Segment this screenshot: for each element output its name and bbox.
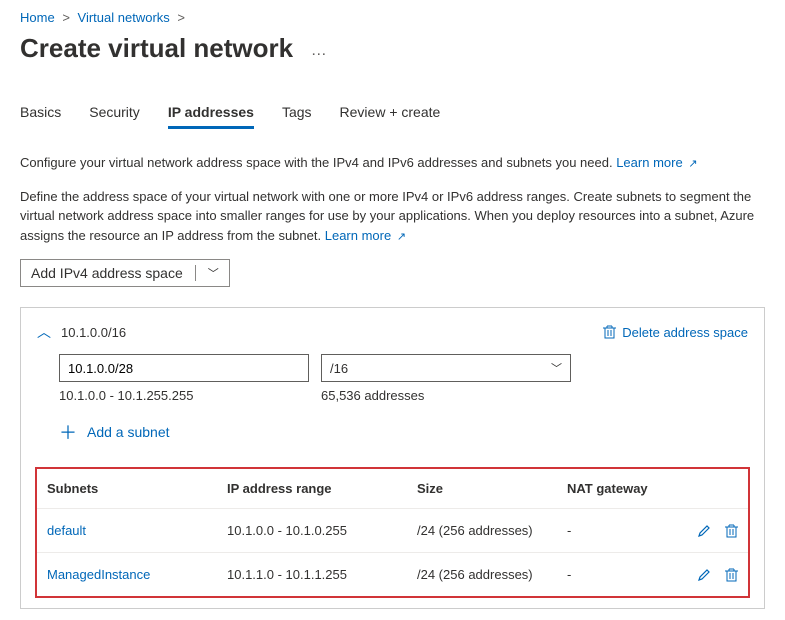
tab-tags[interactable]: Tags [282, 104, 312, 129]
tab-ip-addresses[interactable]: IP addresses [168, 104, 254, 129]
breadcrumb-home[interactable]: Home [20, 10, 55, 25]
external-link-icon: ↗ [397, 229, 406, 246]
subnet-table: Subnets IP address range Size NAT gatewa… [37, 469, 748, 596]
subnet-nat: - [557, 509, 668, 553]
delete-address-space-label: Delete address space [622, 325, 748, 340]
edit-icon[interactable] [697, 568, 711, 582]
trash-icon [603, 325, 616, 339]
button-divider [195, 265, 196, 281]
learn-more-label: Learn more [616, 155, 682, 170]
table-row: ManagedInstance 10.1.1.0 - 10.1.1.255 /2… [37, 553, 748, 597]
learn-more-label: Learn more [325, 228, 391, 243]
chevron-down-icon[interactable]: ﹀ [208, 265, 219, 281]
breadcrumb: Home > Virtual networks > [20, 10, 765, 25]
subnet-size: /24 (256 addresses) [407, 553, 557, 597]
breadcrumb-separator: > [177, 10, 185, 25]
collapse-toggle-icon[interactable]: ︿ [37, 322, 51, 342]
col-subnets: Subnets [37, 469, 217, 509]
delete-address-space-button[interactable]: Delete address space [603, 325, 748, 340]
address-space-panel: ︿ 10.1.0.0/16 Delete address space /16 ﹀… [20, 307, 765, 609]
address-space-mask-select[interactable]: /16 ﹀ [321, 354, 571, 382]
mask-select-value: /16 [330, 361, 348, 376]
add-subnet-label: Add a subnet [87, 424, 170, 440]
add-address-space-label: Add IPv4 address space [31, 265, 183, 281]
breadcrumb-vnets[interactable]: Virtual networks [78, 10, 170, 25]
breadcrumb-separator: > [62, 10, 70, 25]
tab-basics[interactable]: Basics [20, 104, 61, 129]
edit-icon[interactable] [697, 524, 711, 538]
delete-icon[interactable] [725, 524, 738, 538]
table-row: default 10.1.0.0 - 10.1.0.255 /24 (256 a… [37, 509, 748, 553]
address-range-text: 10.1.0.0 - 10.1.255.255 [59, 388, 321, 403]
col-size: Size [407, 469, 557, 509]
tabs: Basics Security IP addresses Tags Review… [20, 104, 765, 129]
subnet-range: 10.1.0.0 - 10.1.0.255 [217, 509, 407, 553]
address-count-text: 65,536 addresses [321, 388, 424, 403]
description-2: Define the address space of your virtual… [20, 187, 760, 246]
delete-icon[interactable] [725, 568, 738, 582]
learn-more-link-1[interactable]: Learn more ↗ [616, 155, 697, 170]
subnet-size: /24 (256 addresses) [407, 509, 557, 553]
add-address-space-button[interactable]: Add IPv4 address space ﹀ [20, 259, 230, 287]
external-link-icon: ↗ [688, 156, 697, 173]
chevron-down-icon: ﹀ [551, 360, 562, 376]
col-range: IP address range [217, 469, 407, 509]
address-space-ip-input[interactable] [59, 354, 309, 382]
learn-more-link-2[interactable]: Learn more ↗ [325, 228, 406, 243]
subnet-nat: - [557, 553, 668, 597]
title-actions-icon[interactable]: … [311, 42, 329, 60]
add-subnet-button[interactable]: ＋ Add a subnet [59, 419, 748, 445]
page-title: Create virtual network [20, 33, 293, 64]
subnet-link-managedinstance[interactable]: ManagedInstance [47, 567, 150, 582]
tab-review-create[interactable]: Review + create [340, 104, 441, 129]
tab-security[interactable]: Security [89, 104, 140, 129]
plus-icon: ＋ [59, 419, 77, 445]
col-nat: NAT gateway [557, 469, 668, 509]
description-1: Configure your virtual network address s… [20, 153, 760, 173]
subnet-link-default[interactable]: default [47, 523, 86, 538]
desc1-text: Configure your virtual network address s… [20, 155, 613, 170]
address-space-cidr: 10.1.0.0/16 [61, 325, 126, 340]
subnet-range: 10.1.1.0 - 10.1.1.255 [217, 553, 407, 597]
subnet-table-highlight: Subnets IP address range Size NAT gatewa… [35, 467, 750, 598]
